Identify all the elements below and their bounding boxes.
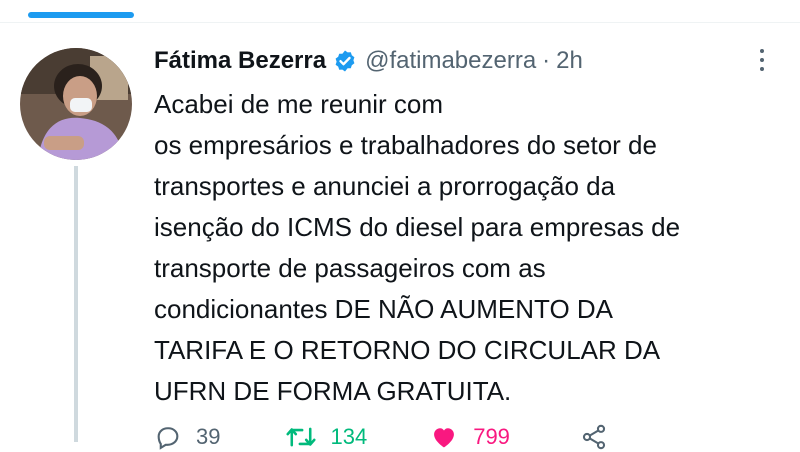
tweet-text-line: condicionantes DE NÃO AUMENTO DA — [154, 294, 614, 324]
reply-button[interactable]: 39 — [154, 423, 220, 451]
retweet-button[interactable]: 134 — [286, 423, 367, 451]
like-button[interactable]: 799 — [429, 423, 510, 451]
header-separator: · — [542, 47, 551, 74]
tweet-text-line: transporte de passageiros com as — [154, 253, 546, 283]
thread-connector-line — [74, 166, 78, 442]
author-handle[interactable]: @fatimabezerra — [365, 47, 536, 75]
share-icon — [582, 424, 606, 450]
active-tab-indicator — [28, 12, 134, 18]
avatar-photo — [20, 48, 132, 160]
more-options-icon[interactable] — [750, 42, 774, 78]
more-dot — [760, 67, 764, 71]
retweet-icon — [286, 427, 317, 447]
retweet-count: 134 — [330, 424, 368, 449]
reply-icon — [157, 427, 179, 450]
reply-count: 39 — [196, 424, 221, 449]
verified-badge-icon — [335, 50, 355, 72]
more-dot — [760, 58, 764, 62]
tweet-header: Fátima Bezerra @fatimabezerra · 2h — [154, 44, 583, 78]
tweet-text-line: Acabei de me reunir com — [154, 89, 444, 119]
tweet-text-line: UFRN DE FORMA GRATUITA. — [154, 376, 512, 406]
more-dot — [760, 49, 764, 53]
author-name[interactable]: Fátima Bezerra — [154, 47, 326, 75]
tweet-actions: 39 134 799 — [154, 422, 608, 452]
like-count: 799 — [473, 424, 510, 449]
share-button[interactable] — [580, 423, 608, 451]
tweet-text-line: transportes e anunciei a prorrogação da — [154, 171, 616, 201]
tweet-text: Acabei de me reunir com os empresários e… — [154, 84, 784, 412]
tweet-text-line: os empresários e trabalhadores do setor … — [154, 130, 657, 160]
tab-divider — [0, 22, 800, 23]
like-icon — [434, 428, 455, 448]
tweet-text-line: TARIFA E O RETORNO DO CIRCULAR DA — [154, 335, 661, 365]
avatar[interactable] — [20, 48, 132, 160]
tweet-timestamp[interactable]: 2h — [556, 47, 583, 75]
tweet-text-line: isenção do ICMS do diesel para empresas … — [154, 212, 681, 242]
